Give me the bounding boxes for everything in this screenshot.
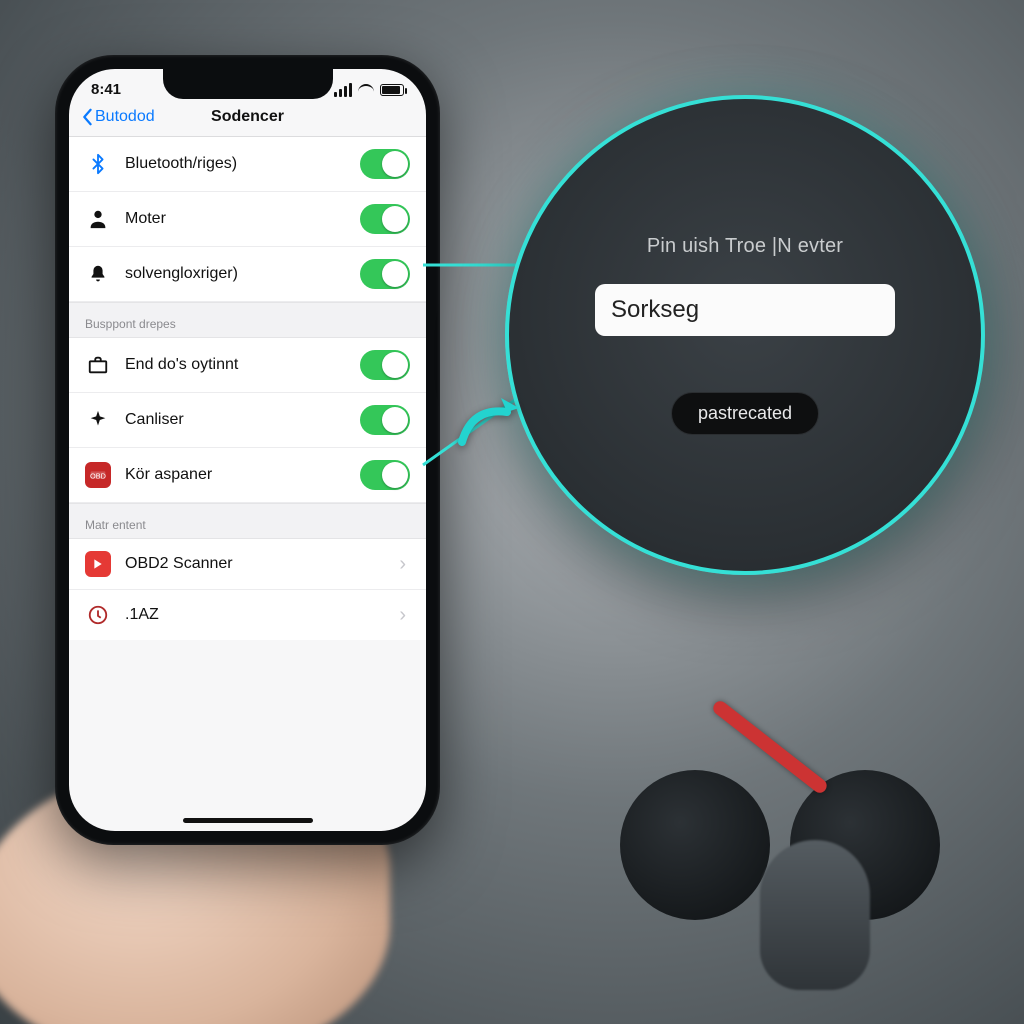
chevron-left-icon <box>81 108 93 126</box>
dashboard-knob <box>620 770 770 920</box>
home-indicator[interactable] <box>183 818 313 823</box>
pair-button[interactable]: pastrecated <box>671 392 819 435</box>
callout-arrow-icon <box>452 392 522 467</box>
toggle-switch[interactable] <box>360 259 410 289</box>
row-enddos[interactable]: End do's oytinnt <box>69 338 426 393</box>
sparkle-icon <box>85 407 111 433</box>
back-label: Butodod <box>95 108 155 126</box>
phone-screen: 8:41 Butodod Sodencer <box>69 69 426 831</box>
row-bluetooth[interactable]: Bluetooth/riges) <box>69 137 426 192</box>
toggle-switch[interactable] <box>360 460 410 490</box>
nav-bar: Butodod Sodencer <box>69 102 426 137</box>
obd2-app-icon <box>85 551 111 577</box>
row-label: Moter <box>125 210 346 228</box>
row-label: Canliser <box>125 411 346 429</box>
chevron-right-icon: › <box>399 604 410 627</box>
row-obd2-scanner[interactable]: OBD2 Scanner › <box>69 539 426 590</box>
row-canliser[interactable]: Canliser <box>69 393 426 448</box>
row-solveng[interactable]: solvengloxriger) <box>69 247 426 302</box>
pin-input[interactable] <box>595 284 895 336</box>
phone-notch <box>163 69 333 99</box>
scene-root: 8:41 Butodod Sodencer <box>0 0 1024 1024</box>
toggle-switch[interactable] <box>360 149 410 179</box>
toggle-switch[interactable] <box>360 204 410 234</box>
az-app-icon <box>85 602 111 628</box>
toggle-switch[interactable] <box>360 350 410 380</box>
row-kor[interactable]: OBD Kör aspaner <box>69 448 426 503</box>
pin-entry-callout: Pin uish Troe |N evter pastrecated <box>505 95 985 575</box>
battery-icon <box>380 84 404 96</box>
wifi-icon <box>358 84 374 96</box>
svg-text:OBD: OBD <box>90 472 106 481</box>
row-moter[interactable]: Moter <box>69 192 426 247</box>
row-az[interactable]: .1AZ › <box>69 590 426 640</box>
toggle-switch[interactable] <box>360 405 410 435</box>
row-label: .1AZ <box>125 606 385 624</box>
row-label: solvengloxriger) <box>125 265 346 283</box>
cell-signal-icon <box>334 83 352 97</box>
settings-list: Bluetooth/riges) Moter solvengloxriger) <box>69 137 426 640</box>
section-header: Busppont drepes <box>69 302 426 338</box>
section-header: Matr entent <box>69 503 426 539</box>
row-label: Bluetooth/riges) <box>125 155 346 173</box>
bell-icon <box>85 261 111 287</box>
status-time: 8:41 <box>91 81 121 98</box>
row-label: OBD2 Scanner <box>125 555 385 573</box>
page-title: Sodencer <box>211 108 284 126</box>
back-button[interactable]: Butodod <box>81 108 155 126</box>
chevron-right-icon: › <box>399 553 410 576</box>
obd-dongle <box>760 840 870 990</box>
pin-prompt-label: Pin uish Troe |N evter <box>647 235 843 258</box>
bluetooth-icon <box>85 151 111 177</box>
row-label: End do's oytinnt <box>125 356 346 374</box>
phone-frame: 8:41 Butodod Sodencer <box>55 55 440 845</box>
row-label: Kör aspaner <box>125 466 346 484</box>
badge-icon: OBD <box>85 462 111 488</box>
briefcase-icon <box>85 352 111 378</box>
person-icon <box>85 206 111 232</box>
